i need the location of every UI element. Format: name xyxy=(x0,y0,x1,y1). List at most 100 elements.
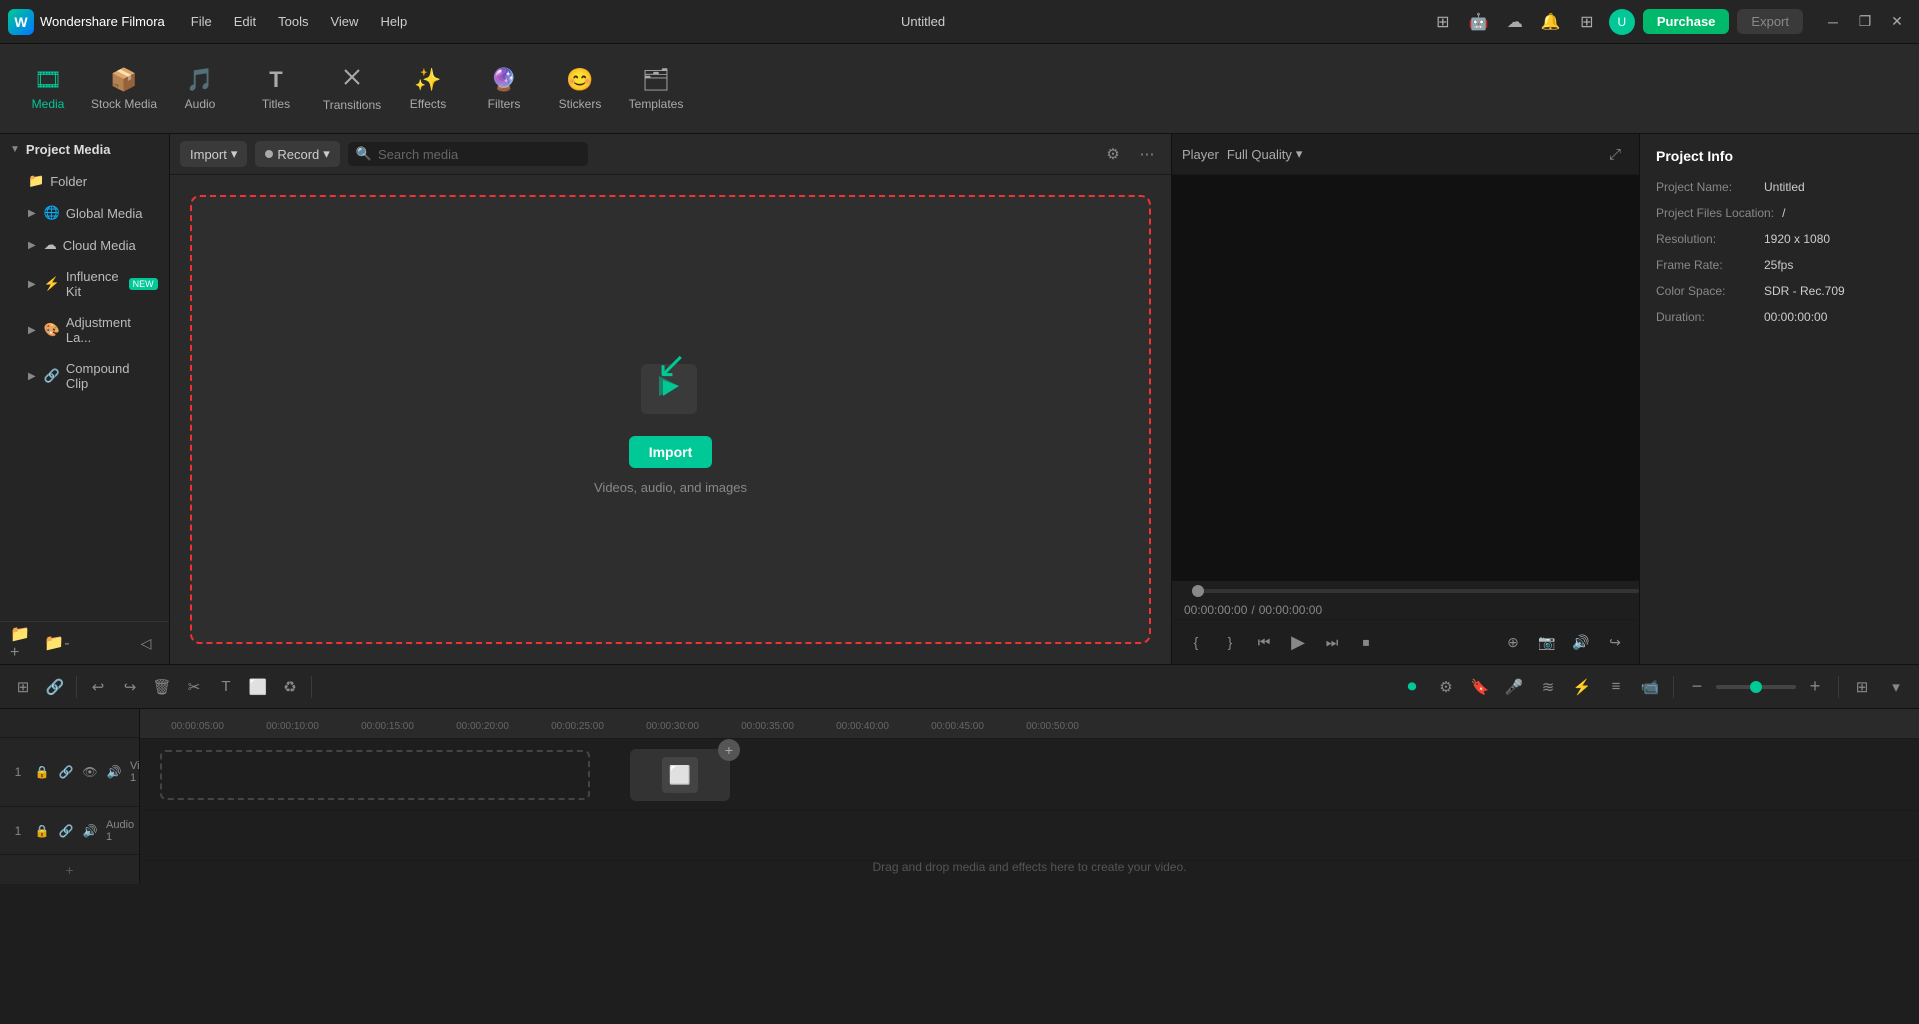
timeline-cut[interactable]: ✂ xyxy=(179,672,209,702)
sidebar-item-cloud-media[interactable]: ▶ ☁ Cloud Media xyxy=(4,230,165,260)
sidebar-item-adjustment[interactable]: ▶ 🎨 Adjustment La... xyxy=(4,308,165,352)
add-folder-icon[interactable]: 📁+ xyxy=(10,630,36,656)
player-audio[interactable]: 🔊 xyxy=(1567,628,1595,656)
record-button[interactable]: Record ▾ xyxy=(255,141,339,167)
menu-view[interactable]: View xyxy=(320,10,368,33)
player-stop[interactable]: ⏹ xyxy=(1352,628,1380,656)
restore-button[interactable]: ❐ xyxy=(1851,8,1879,36)
player-mark-out[interactable]: } xyxy=(1216,628,1244,656)
zoom-slider[interactable] xyxy=(1716,685,1796,689)
player-progress-track[interactable] xyxy=(1192,589,1639,593)
adjustment-icon: 🎨 xyxy=(44,322,60,338)
ai-icon[interactable]: 🤖 xyxy=(1465,8,1493,36)
notification-icon[interactable]: 🔔 xyxy=(1537,8,1565,36)
player-mark-in[interactable]: { xyxy=(1182,628,1210,656)
timeline-text[interactable]: T xyxy=(211,672,241,702)
drop-zone[interactable]: ↙ Import Videos, audio, and images xyxy=(190,195,1151,644)
sidebar-item-influence-kit[interactable]: ▶ ⚡ Influence Kit NEW xyxy=(4,262,165,306)
purchase-button[interactable]: Purchase xyxy=(1643,9,1730,34)
sidebar-item-global-media[interactable]: ▶ 🌐 Global Media xyxy=(4,198,165,228)
audio-track-link[interactable]: 🔗 xyxy=(56,821,76,841)
toolbar-effects[interactable]: ✨ Effects xyxy=(390,49,466,129)
toolbar-stickers[interactable]: 😊 Stickers xyxy=(542,49,618,129)
zoom-control[interactable] xyxy=(1716,685,1796,689)
collapse-panel-icon[interactable]: ◁ xyxy=(133,630,159,656)
player-play-button[interactable]: ▶ xyxy=(1284,628,1312,656)
player-progress-bar[interactable] xyxy=(1172,581,1639,601)
timeline-more-icon[interactable]: ▾ xyxy=(1881,672,1911,702)
menu-tools[interactable]: Tools xyxy=(268,10,318,33)
player-add-to-timeline[interactable]: ⊕ xyxy=(1499,628,1527,656)
timeline-mark[interactable]: ♻ xyxy=(275,672,305,702)
timeline-record-icon[interactable]: ⏺ xyxy=(1397,672,1427,702)
zoom-in-icon[interactable]: + xyxy=(1800,672,1830,702)
layout-icon[interactable]: ⊞ xyxy=(1429,8,1457,36)
import-button[interactable]: Import ▾ xyxy=(180,141,247,167)
resolution-key: Resolution: xyxy=(1656,232,1756,246)
close-button[interactable]: ✕ xyxy=(1883,8,1911,36)
more-options-icon[interactable]: ⋯ xyxy=(1133,140,1161,168)
timeline-crop[interactable]: ⬜ xyxy=(243,672,273,702)
timeline-camera[interactable]: 📹 xyxy=(1635,672,1665,702)
media-search[interactable]: 🔍 xyxy=(348,142,588,166)
timeline-split-audio[interactable]: ≋ xyxy=(1533,672,1563,702)
video-track-eye[interactable]: 👁 xyxy=(80,762,100,782)
video-track-volume[interactable]: 🔊 xyxy=(104,762,124,782)
drag-media-item[interactable]: ⬜ + xyxy=(630,749,730,801)
timeline-grid-icon[interactable]: ⊞ xyxy=(1847,672,1877,702)
toolbar-transitions[interactable]: Transitions xyxy=(314,49,390,129)
toolbar-stock-media[interactable]: 📦 Stock Media xyxy=(86,49,162,129)
quality-select[interactable]: Full Quality ▾ xyxy=(1227,146,1303,162)
stickers-icon: 😊 xyxy=(566,67,593,93)
player-snapshot[interactable]: 📷 xyxy=(1533,628,1561,656)
zoom-thumb[interactable] xyxy=(1750,681,1762,693)
user-avatar[interactable]: U xyxy=(1609,9,1635,35)
grid-icon[interactable]: ⊞ xyxy=(1573,8,1601,36)
search-input[interactable] xyxy=(378,147,580,162)
player-prev-frame[interactable]: ⏮ xyxy=(1250,628,1278,656)
player-next-frame[interactable]: ⏭ xyxy=(1318,628,1346,656)
dropzone-import-button[interactable]: Import xyxy=(629,436,713,468)
menu-edit[interactable]: Edit xyxy=(224,10,266,33)
toolbar-media[interactable]: 🎞 Media xyxy=(10,49,86,129)
minimize-button[interactable]: ─ xyxy=(1819,8,1847,36)
timeline-delete[interactable]: 🗑 xyxy=(147,672,177,702)
sidebar-item-compound-clip[interactable]: ▶ 🔗 Compound Clip xyxy=(4,354,165,398)
add-track-button[interactable]: + xyxy=(0,855,139,884)
media-toolbar-right: ⚙ ⋯ xyxy=(1099,140,1161,168)
timeline-snap[interactable]: ⚡ xyxy=(1567,672,1597,702)
filter-icon[interactable]: ⚙ xyxy=(1099,140,1127,168)
toolbar: 🎞 Media 📦 Stock Media 🎵 Audio T Titles T… xyxy=(0,44,1919,134)
toolbar-audio[interactable]: 🎵 Audio xyxy=(162,49,238,129)
timeline-undo[interactable]: ↩ xyxy=(83,672,113,702)
export-button[interactable]: Export xyxy=(1737,9,1803,34)
video-track-lock[interactable]: 🔒 xyxy=(32,762,52,782)
cloud-icon[interactable]: ☁ xyxy=(1501,8,1529,36)
color-space-key: Color Space: xyxy=(1656,284,1756,298)
toolbar-filters[interactable]: 🔮 Filters xyxy=(466,49,542,129)
timeline-ruler[interactable]: 00:00:05:00 00:00:10:00 00:00:15:00 00:0… xyxy=(140,709,1919,739)
timeline-mic-icon[interactable]: 🎤 xyxy=(1499,672,1529,702)
audio-track-lock[interactable]: 🔒 xyxy=(32,821,52,841)
timeline-link-icon[interactable]: 🔗 xyxy=(40,672,70,702)
global-arrow: ▶ xyxy=(28,208,36,219)
timeline-bookmark-icon[interactable]: 🔖 xyxy=(1465,672,1495,702)
toolbar-titles[interactable]: T Titles xyxy=(238,49,314,129)
player-progress-thumb[interactable] xyxy=(1192,585,1204,597)
timeline-motion[interactable]: ≡ xyxy=(1601,672,1631,702)
audio-track-row xyxy=(140,811,1919,861)
player-settings[interactable]: ↪ xyxy=(1601,628,1629,656)
timeline-tracks: 1 🔒 🔗 👁 🔊 Video 1 1 🔒 🔗 🔊 Audio 1 + xyxy=(0,709,1919,884)
menu-file[interactable]: File xyxy=(181,10,222,33)
toolbar-templates[interactable]: 🗂 Templates xyxy=(618,49,694,129)
menu-help[interactable]: Help xyxy=(370,10,417,33)
timeline-speed-icon[interactable]: ⚙ xyxy=(1431,672,1461,702)
audio-track-volume[interactable]: 🔊 xyxy=(80,821,100,841)
zoom-out-icon[interactable]: − xyxy=(1682,672,1712,702)
sidebar-item-folder[interactable]: 📁 Folder xyxy=(4,166,165,196)
player-expand-icon[interactable]: ⤢ xyxy=(1601,140,1629,168)
video-track-link[interactable]: 🔗 xyxy=(56,762,76,782)
timeline-redo[interactable]: ↪ xyxy=(115,672,145,702)
timeline-add-track-icon[interactable]: ⊞ xyxy=(8,672,38,702)
remove-folder-icon[interactable]: 📁- xyxy=(44,630,70,656)
